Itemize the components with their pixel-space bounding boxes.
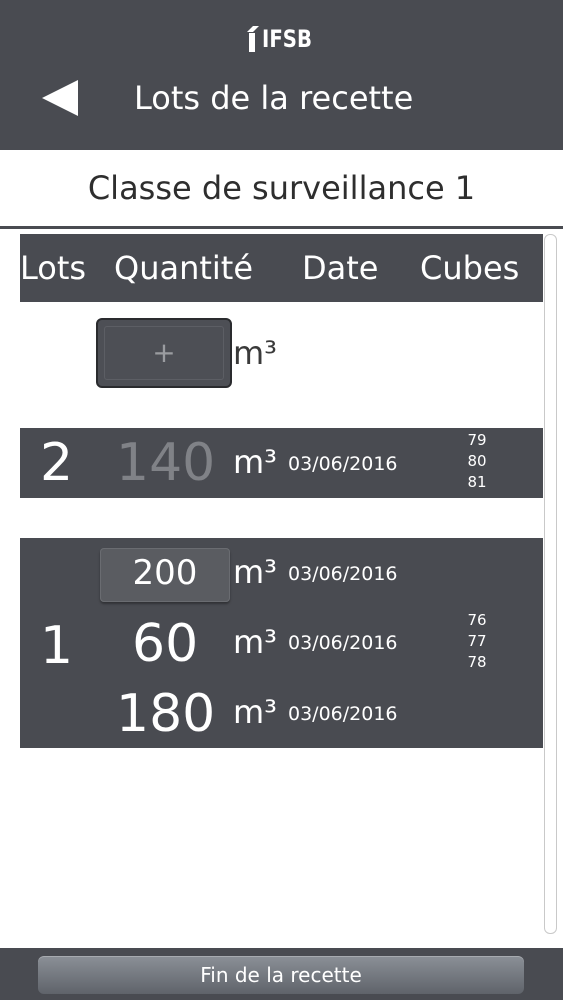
column-header-cubes: Cubes [420, 249, 520, 287]
cube-id: 81 [467, 473, 487, 491]
cube-id: 80 [467, 452, 487, 470]
quantity-unit: m³ [233, 693, 277, 731]
back-arrow-icon[interactable] [40, 78, 80, 118]
section-divider [0, 226, 563, 229]
lot-date: 03/06/2016 [288, 703, 398, 725]
bottom-bar: Fin de la recette [0, 948, 563, 1000]
page-title: Lots de la recette [134, 79, 414, 117]
cube-id: 76 [467, 611, 487, 629]
lot-date: 03/06/2016 [288, 563, 398, 585]
quantity-input[interactable]: 200 [100, 548, 230, 602]
add-quantity-label: + [104, 326, 224, 380]
quantity-unit: m³ [233, 623, 277, 661]
lot-quantity: 140 [116, 433, 216, 493]
lot-number: 2 [40, 433, 74, 493]
table-header: Lots Quantité Date Cubes [20, 234, 543, 302]
lot-row: 2 140 m³ 03/06/2016 79 80 81 [20, 428, 543, 498]
surveillance-class-title: Classe de surveillance 1 [87, 169, 476, 207]
quantity-unit: m³ [233, 553, 277, 591]
lot-date: 03/06/2016 [288, 453, 398, 475]
lot-number: 1 [40, 616, 74, 676]
column-header-date: Date [302, 249, 379, 287]
lot-quantity: 60 [132, 614, 199, 674]
finish-reception-button[interactable]: Fin de la recette [38, 956, 524, 994]
add-quantity-button[interactable]: + [96, 318, 232, 388]
logo-text: IFSB [262, 25, 312, 53]
cube-id: 79 [467, 431, 487, 449]
cube-id: 77 [467, 632, 487, 650]
cube-id: 78 [467, 653, 487, 671]
ifsb-logo: IFSB [247, 22, 323, 56]
column-header-lots: Lots [20, 249, 87, 287]
app-screen: IFSB Lots de la recette Classe de survei… [0, 0, 563, 1000]
top-bar: IFSB Lots de la recette [0, 0, 563, 150]
lot-quantity: 180 [116, 684, 216, 744]
lot-date: 03/06/2016 [288, 632, 398, 654]
new-lot-unit: m³ [233, 334, 277, 372]
lot-row: 1 200 m³ 03/06/2016 60 m³ 03/06/2016 180… [20, 538, 543, 748]
quantity-unit: m³ [233, 443, 277, 481]
vertical-scrollbar[interactable] [544, 234, 557, 934]
column-header-quantity: Quantité [114, 249, 254, 287]
logo-mark-icon [247, 26, 259, 52]
